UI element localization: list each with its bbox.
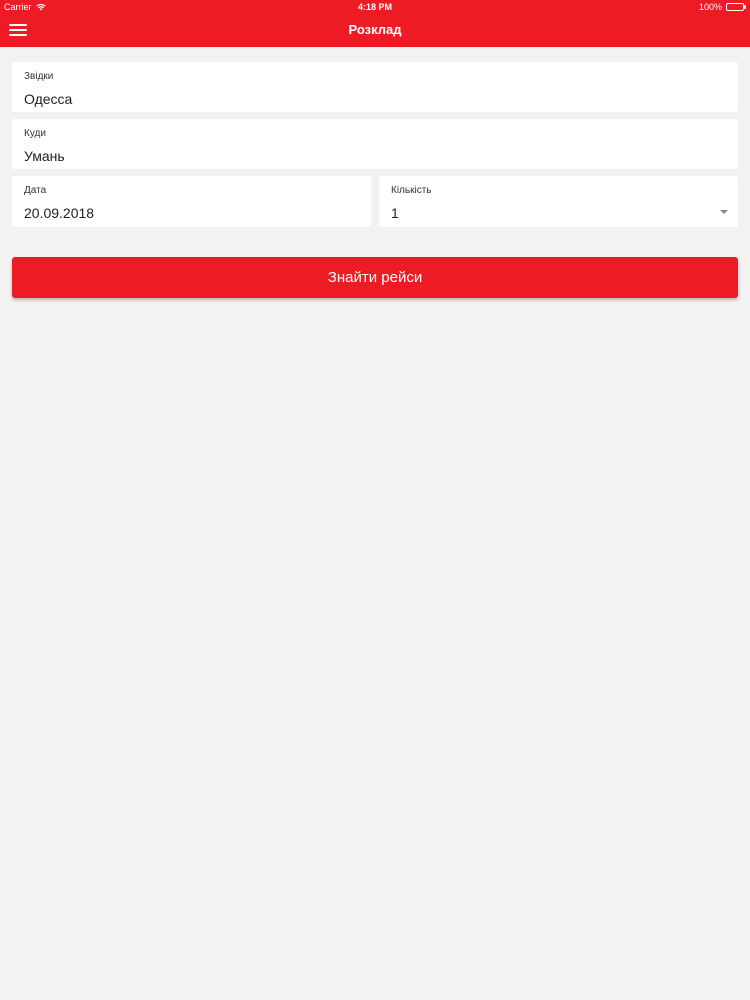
battery-percent: 100% xyxy=(698,2,722,12)
to-field[interactable]: Куди Умань xyxy=(12,119,738,169)
from-field-label: Звідки xyxy=(24,71,54,82)
app-header: Carrier 4:18 PM 100% Розклад xyxy=(0,0,750,47)
battery-icon xyxy=(726,3,746,11)
count-select-value[interactable]: 1 xyxy=(391,205,399,221)
date-field-label: Дата xyxy=(24,185,47,196)
to-field-value[interactable]: Умань xyxy=(24,148,65,164)
from-field[interactable]: Звідки Одесса xyxy=(12,62,738,112)
date-field[interactable]: Дата 20.09.2018 xyxy=(12,176,371,227)
status-time: 4:18 PM xyxy=(357,2,392,12)
status-bar: Carrier 4:18 PM 100% xyxy=(0,0,750,14)
status-right: 100% xyxy=(698,0,746,14)
find-trips-button[interactable]: Знайти рейси xyxy=(12,257,738,298)
count-select-label: Кількість xyxy=(391,185,432,196)
from-field-value[interactable]: Одесса xyxy=(24,91,72,107)
count-select[interactable]: Кількість 1 xyxy=(379,176,738,227)
to-field-label: Куди xyxy=(24,128,46,139)
chevron-down-icon[interactable] xyxy=(720,210,728,214)
nav-bar: Розклад xyxy=(0,14,750,47)
date-field-value[interactable]: 20.09.2018 xyxy=(24,205,94,221)
page-title: Розклад xyxy=(348,22,402,37)
